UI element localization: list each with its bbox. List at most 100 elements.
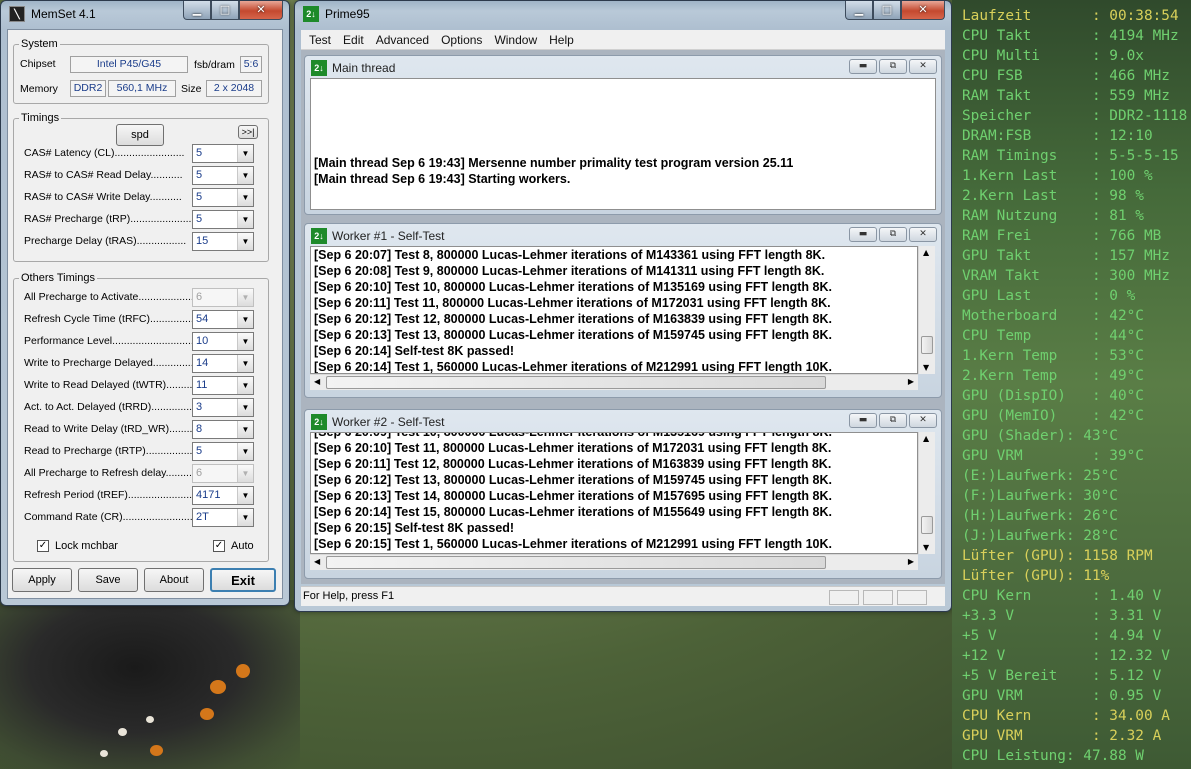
menu-test[interactable]: Test: [303, 30, 337, 49]
sensor-separator: :: [1065, 428, 1084, 444]
minimize-button[interactable]: ▁: [183, 1, 211, 20]
worker1-log[interactable]: [Sep 6 20:07] Test 8, 800000 Lucas-Lehme…: [310, 246, 918, 374]
sensor-separator: :: [1091, 408, 1110, 424]
close-button[interactable]: ✕: [909, 59, 937, 74]
others-timing-label: Write to Precharge Delayed..............…: [24, 357, 203, 369]
sensor-separator: :: [1091, 588, 1110, 604]
worker2-titlebar[interactable]: 2↓ Worker #2 - Self-Test: [311, 414, 444, 430]
others-timing-label: Read to Precharge (tRTP)................…: [24, 445, 199, 457]
prime95-app-icon: 2↓: [311, 414, 327, 430]
close-button[interactable]: ✕: [239, 1, 283, 20]
maximize-button[interactable]: □: [211, 1, 239, 20]
others-timing-dropdown[interactable]: 3 ▼: [192, 398, 254, 417]
size-value: 2 x 2048: [206, 80, 262, 97]
sensor-label: +5 V: [962, 628, 1092, 644]
main-thread-log[interactable]: [Main thread Sep 6 19:43] Mersenne numbe…: [310, 78, 936, 210]
menu-help[interactable]: Help: [543, 30, 580, 49]
sensor-label: GPU VRM: [962, 728, 1092, 744]
sensor-value: 81 %: [1109, 208, 1144, 224]
menu-window[interactable]: Window: [488, 30, 543, 49]
vertical-scrollbar[interactable]: ▲ ▼: [918, 432, 935, 554]
scroll-thumb[interactable]: [326, 376, 826, 389]
timing-dropdown[interactable]: 5 ▼: [192, 188, 254, 207]
main-thread-titlebar[interactable]: 2↓ Main thread: [311, 60, 395, 76]
timing-dropdown[interactable]: 5 ▼: [192, 210, 254, 229]
prime95-titlebar[interactable]: 2↓ Prime95: [303, 6, 370, 22]
sensor-row: RAM Nutzung : 81 %: [962, 206, 1191, 226]
memory-label: Memory: [20, 83, 58, 95]
apply-button[interactable]: Apply: [12, 568, 72, 592]
others-timing-dropdown[interactable]: 8 ▼: [192, 420, 254, 439]
scroll-thumb[interactable]: [921, 516, 933, 534]
minimize-button[interactable]: ▬: [849, 413, 877, 428]
sensor-row: Lüfter (GPU): 1158 RPM: [962, 546, 1191, 566]
sensor-row: (F:)Laufwerk: 30°C: [962, 486, 1191, 506]
others-timing-dropdown[interactable]: 54 ▼: [192, 310, 254, 329]
close-button[interactable]: ✕: [909, 227, 937, 242]
horizontal-scrollbar[interactable]: ◀ ▶: [310, 374, 918, 390]
main-thread-window[interactable]: 2↓ Main thread ▬ ⧉ ✕ [Main thread Sep 6 …: [304, 55, 942, 215]
scroll-down-arrow[interactable]: ▼: [923, 543, 929, 552]
expand-button[interactable]: >>|: [238, 125, 258, 139]
lock-mchbar-checkbox[interactable]: ✓: [37, 540, 49, 552]
minimize-button[interactable]: ▁: [845, 1, 873, 20]
exit-button[interactable]: Exit: [210, 568, 276, 592]
maximize-button[interactable]: □: [873, 1, 901, 20]
scroll-up-arrow[interactable]: ▲: [923, 248, 929, 257]
spd-button[interactable]: spd: [116, 124, 164, 146]
vertical-scrollbar[interactable]: ▲ ▼: [918, 246, 935, 374]
worker2-log[interactable]: [Sep 6 20:09] Test 10, 800000 Lucas-Lehm…: [310, 432, 918, 554]
memset-titlebar[interactable]: ╲ MemSet 4.1: [9, 6, 96, 22]
prime95-window[interactable]: 2↓ Prime95 ▁ □ ✕ Test Edit Advanced Opti…: [294, 0, 952, 612]
scroll-up-arrow[interactable]: ▲: [923, 434, 929, 443]
sensor-label: +3.3 V: [962, 608, 1092, 624]
scroll-thumb[interactable]: [326, 556, 826, 569]
sensor-row: GPU (DispIO) : 40°C: [962, 386, 1191, 406]
save-button[interactable]: Save: [78, 568, 138, 592]
horizontal-scrollbar[interactable]: ◀ ▶: [310, 554, 918, 570]
minimize-button[interactable]: ▬: [849, 59, 877, 74]
others-timing-dropdown[interactable]: 10 ▼: [192, 332, 254, 351]
about-button[interactable]: About: [144, 568, 204, 592]
scroll-down-arrow[interactable]: ▼: [923, 363, 929, 372]
close-button[interactable]: ✕: [909, 413, 937, 428]
timing-value: 10: [196, 335, 209, 347]
log-line: [Sep 6 20:07] Test 8, 800000 Lucas-Lehme…: [314, 248, 826, 262]
timing-dropdown[interactable]: 5 ▼: [192, 166, 254, 185]
scroll-left-arrow[interactable]: ◀: [314, 557, 320, 566]
restore-button[interactable]: ⧉: [879, 413, 907, 428]
memset-window[interactable]: ╲ MemSet 4.1 ▁ □ ✕ System Chipset Intel …: [0, 0, 290, 606]
close-button[interactable]: ✕: [901, 1, 945, 20]
others-timing-dropdown[interactable]: 14 ▼: [192, 354, 254, 373]
timing-dropdown[interactable]: 15 ▼: [192, 232, 254, 251]
scroll-right-arrow[interactable]: ▶: [908, 557, 914, 566]
system-legend: System: [21, 38, 58, 50]
wallpaper-spot: [236, 664, 250, 678]
worker1-window[interactable]: 2↓ Worker #1 - Self-Test ▬ ⧉ ✕ [Sep 6 20…: [304, 223, 942, 398]
others-timing-dropdown[interactable]: 5 ▼: [192, 442, 254, 461]
sensor-value: 00:38:54: [1109, 8, 1179, 24]
others-timing-dropdown[interactable]: 2T ▼: [192, 508, 254, 527]
worker1-titlebar[interactable]: 2↓ Worker #1 - Self-Test: [311, 228, 444, 244]
sensor-value: 766 MB: [1109, 228, 1162, 244]
sensor-row: (H:)Laufwerk: 26°C: [962, 506, 1191, 526]
scroll-thumb[interactable]: [921, 336, 933, 354]
restore-button[interactable]: ⧉: [879, 227, 907, 242]
auto-checkbox[interactable]: ✓: [213, 540, 225, 552]
restore-button[interactable]: ⧉: [879, 59, 907, 74]
menu-options[interactable]: Options: [435, 30, 488, 49]
menu-edit[interactable]: Edit: [337, 30, 370, 49]
child-controls: ▬ ⧉ ✕: [849, 227, 937, 242]
worker1-title: Worker #1 - Self-Test: [332, 229, 445, 243]
others-timing-dropdown[interactable]: 11 ▼: [192, 376, 254, 395]
scroll-left-arrow[interactable]: ◀: [314, 377, 320, 386]
others-timing-dropdown[interactable]: 4171 ▼: [192, 486, 254, 505]
sensor-row: Laufzeit : 00:38:54: [962, 6, 1191, 26]
timing-value: 15: [196, 235, 209, 247]
worker2-window[interactable]: 2↓ Worker #2 - Self-Test ▬ ⧉ ✕ [Sep 6 20…: [304, 409, 942, 579]
menu-advanced[interactable]: Advanced: [370, 30, 435, 49]
minimize-button[interactable]: ▬: [849, 227, 877, 242]
timing-label: RAS# to CAS# Write Delay...........: [24, 191, 182, 203]
scroll-right-arrow[interactable]: ▶: [908, 377, 914, 386]
timing-dropdown[interactable]: 5 ▼: [192, 144, 254, 163]
